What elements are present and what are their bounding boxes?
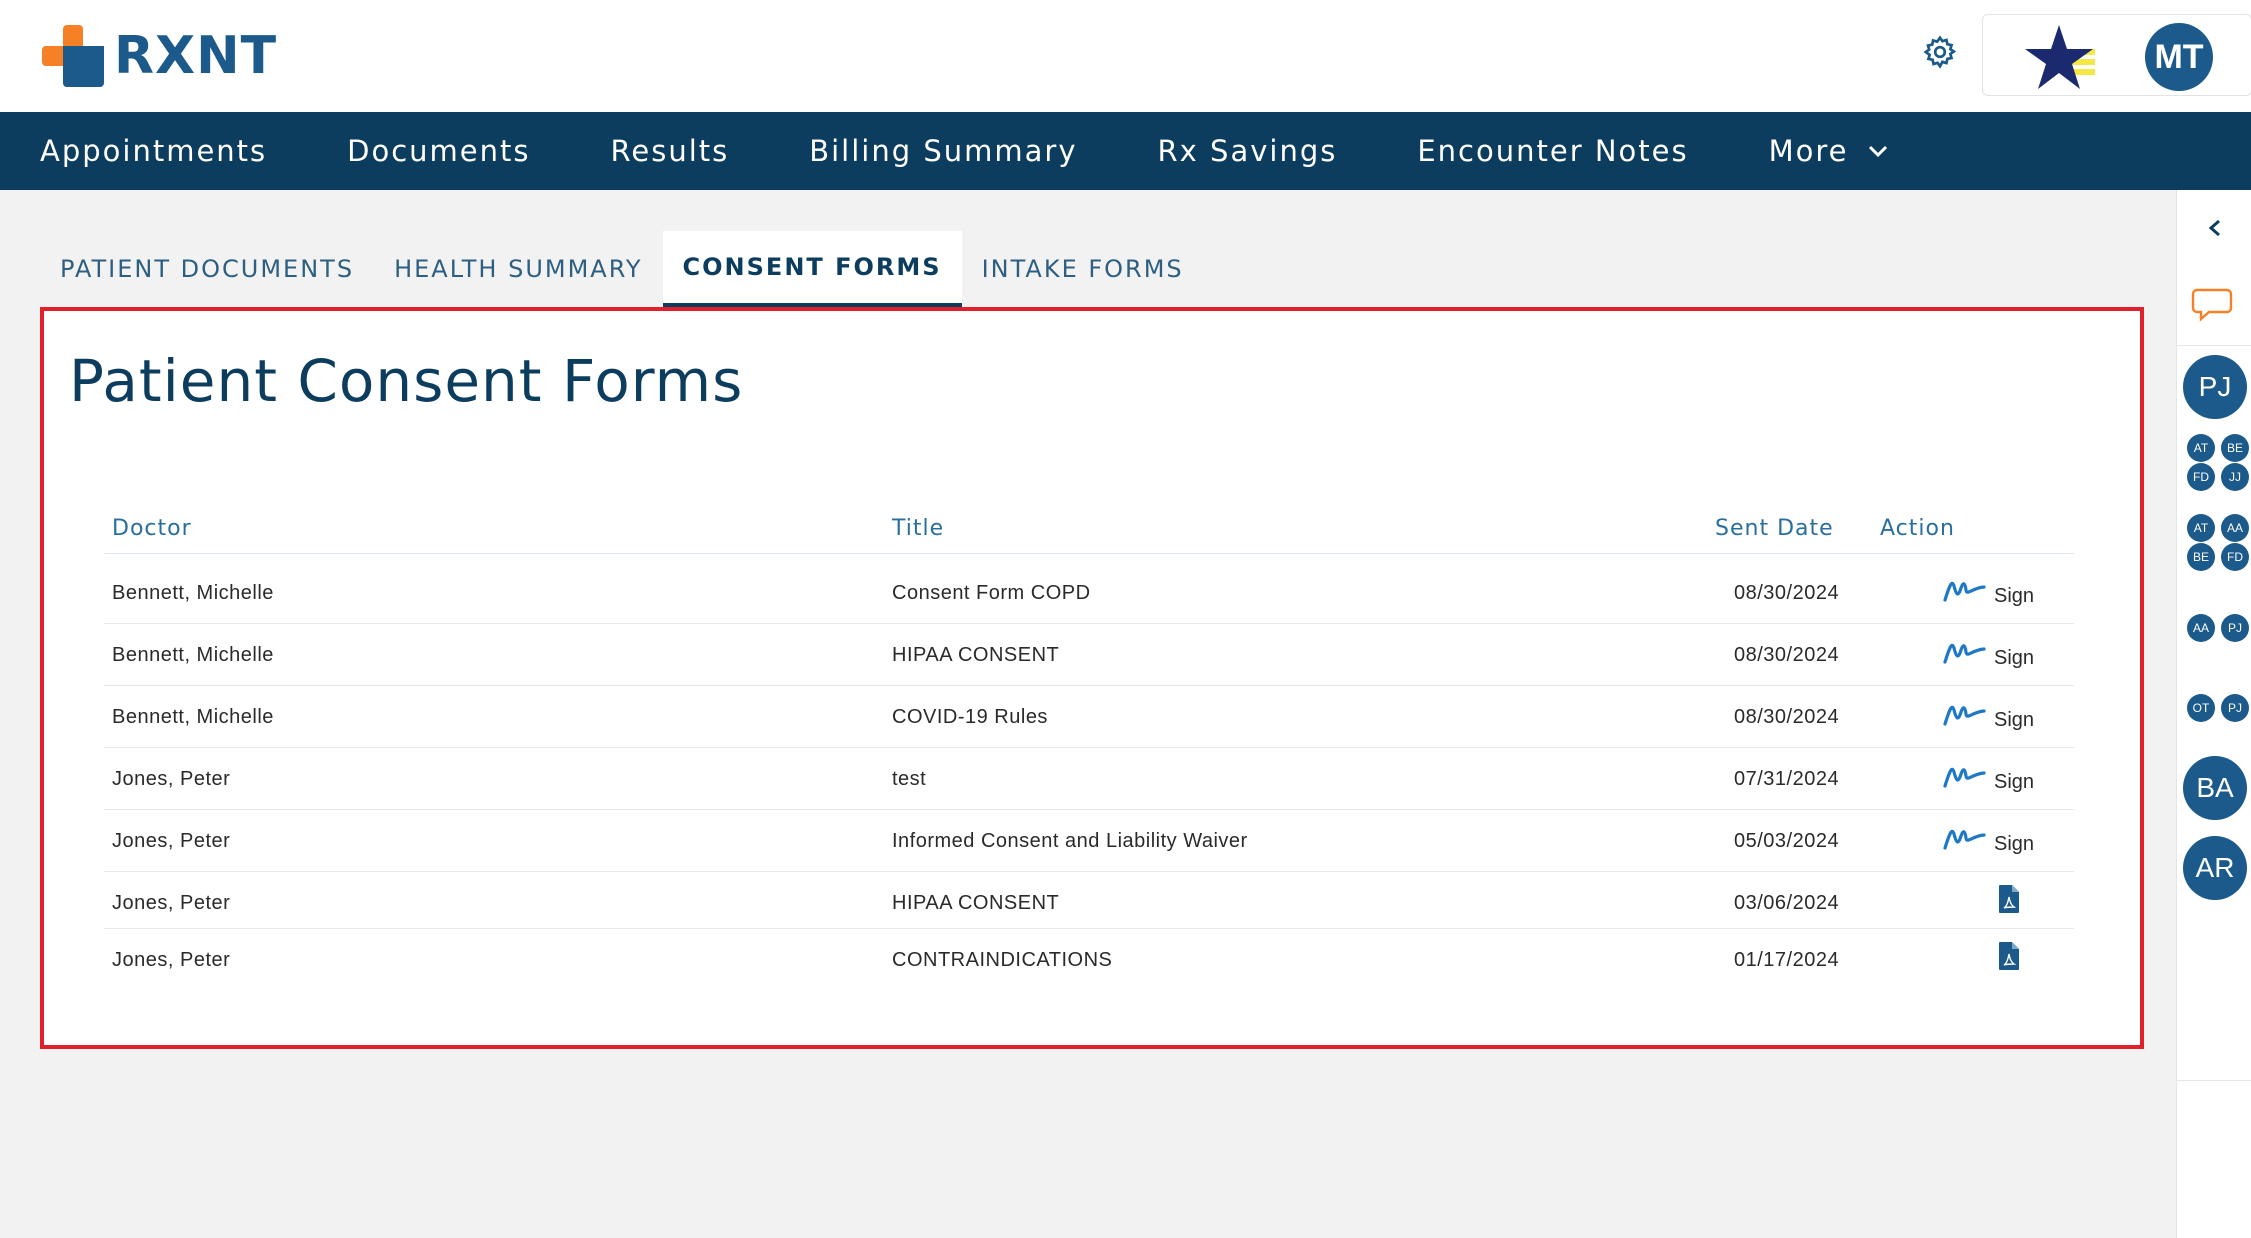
cell-doctor: Bennett, Michelle: [112, 644, 274, 666]
cell-sent-date: 03/06/2024: [1734, 892, 1840, 914]
avatar[interactable]: MT: [2145, 23, 2213, 91]
cell-doctor: Bennett, Michelle: [112, 582, 274, 604]
right-sidebar: PJ AT BE FD JJ AT AA BE FD AA PJ OT PJ B…: [2176, 190, 2251, 1238]
avatar: BE: [2221, 434, 2249, 462]
avatar: FD: [2221, 543, 2249, 571]
page-title: Patient Consent Forms: [69, 347, 744, 415]
signature-icon: [1943, 705, 1986, 726]
nav-more-label: More: [1768, 134, 1849, 168]
avatar-ba[interactable]: BA: [2183, 756, 2247, 820]
sign-label: Sign: [1994, 585, 2035, 607]
cell-doctor: Jones, Peter: [112, 830, 231, 852]
avatar: AA: [2187, 614, 2215, 642]
chat-icon[interactable]: [2191, 286, 2235, 326]
chevron-left-icon[interactable]: [2205, 218, 2225, 238]
signature-icon: [1943, 829, 1986, 850]
rxnt-logo[interactable]: RXNT: [42, 25, 277, 87]
column-doctor: Doctor: [112, 516, 192, 541]
table-row: Bennett, Michelle Consent Form COPD 08/30/…: [104, 562, 2074, 624]
nav-results[interactable]: Results: [611, 134, 730, 168]
avatar-ar[interactable]: AR: [2183, 836, 2247, 900]
star-logo-icon: [2025, 25, 2095, 89]
sign-button[interactable]: Sign: [1942, 578, 2034, 607]
tab-health-summary[interactable]: HEALTH SUMMARY: [374, 231, 662, 307]
nav-more[interactable]: More: [1769, 134, 1889, 168]
divider: [2177, 1080, 2251, 1081]
cell-sent-date: 01/17/2024: [1734, 949, 1840, 971]
pdf-icon[interactable]: [1998, 884, 2020, 914]
divider: [2177, 345, 2251, 346]
nav-rx-savings[interactable]: Rx Savings: [1158, 134, 1338, 168]
table-header: Doctor Title Sent Date Action: [104, 510, 2074, 554]
avatar: AT: [2187, 434, 2215, 462]
avatar: PJ: [2221, 614, 2249, 642]
cell-sent-date: 08/30/2024: [1734, 644, 1840, 666]
table-row: Jones, Peter CONTRAINDICATIONS 01/17/2024: [104, 929, 2074, 986]
document-tabs: PATIENT DOCUMENTS HEALTH SUMMARY CONSENT…: [40, 231, 1204, 307]
signature-icon: [1943, 643, 1986, 664]
consent-forms-panel: Patient Consent Forms Doctor Title Sent …: [40, 307, 2144, 1049]
cell-title: HIPAA CONSENT: [892, 644, 1060, 666]
sign-button[interactable]: Sign: [1942, 702, 2034, 731]
logo-text: RXNT: [114, 26, 278, 86]
cell-doctor: Jones, Peter: [112, 949, 231, 971]
avatar: OT: [2187, 694, 2215, 722]
cell-title: Consent Form COPD: [892, 582, 1091, 604]
tab-patient-documents[interactable]: PATIENT DOCUMENTS: [40, 231, 374, 307]
table-row: Jones, Peter test 07/31/2024 Sign: [104, 748, 2074, 810]
table-row: Bennett, Michelle HIPAA CONSENT 08/30/2024…: [104, 624, 2074, 686]
avatar-pj[interactable]: PJ: [2183, 355, 2247, 419]
avatar: AT: [2187, 514, 2215, 542]
column-title: Title: [892, 516, 945, 541]
logo-cross-icon: [42, 25, 104, 87]
avatar: BE: [2187, 543, 2215, 571]
nav-documents[interactable]: Documents: [347, 134, 530, 168]
cell-doctor: Bennett, Michelle: [112, 706, 274, 728]
chevron-down-icon: [1868, 145, 1887, 158]
table-row: Jones, Peter HIPAA CONSENT 03/06/2024: [104, 872, 2074, 929]
avatar: AA: [2221, 514, 2249, 542]
cell-sent-date: 07/31/2024: [1734, 768, 1840, 790]
cell-title: HIPAA CONSENT: [892, 892, 1060, 914]
gear-icon[interactable]: [1922, 34, 1958, 70]
pdf-icon[interactable]: [1998, 941, 2020, 971]
top-header: RXNT MT: [0, 0, 2251, 112]
tab-consent-forms[interactable]: CONSENT FORMS: [662, 231, 962, 307]
sign-button[interactable]: Sign: [1942, 826, 2034, 855]
cell-sent-date: 08/30/2024: [1734, 582, 1840, 604]
nav-appointments[interactable]: Appointments: [40, 134, 267, 168]
main-nav: Appointments Documents Results Billing S…: [0, 112, 2251, 190]
cell-sent-date: 08/30/2024: [1734, 706, 1840, 728]
cell-sent-date: 05/03/2024: [1734, 830, 1840, 852]
nav-billing-summary[interactable]: Billing Summary: [809, 134, 1077, 168]
cell-title: COVID-19 Rules: [892, 706, 1048, 728]
avatar: JJ: [2221, 463, 2249, 491]
sign-label: Sign: [1994, 771, 2035, 793]
table-row: Bennett, Michelle COVID-19 Rules 08/30/202…: [104, 686, 2074, 748]
tab-intake-forms[interactable]: INTAKE FORMS: [962, 231, 1204, 307]
column-action: Action: [1880, 516, 1955, 541]
sign-button[interactable]: Sign: [1942, 764, 2034, 793]
signature-icon: [1943, 581, 1986, 602]
avatar: FD: [2187, 463, 2215, 491]
cell-title: test: [892, 768, 927, 790]
cell-title: CONTRAINDICATIONS: [892, 949, 1113, 971]
user-menu[interactable]: MT: [1982, 14, 2251, 96]
cell-doctor: Jones, Peter: [112, 892, 231, 914]
avatar: PJ: [2221, 694, 2249, 722]
nav-encounter-notes[interactable]: Encounter Notes: [1417, 134, 1688, 168]
column-sent-date: Sent Date: [1715, 516, 1834, 541]
sign-label: Sign: [1994, 833, 2035, 855]
cell-title: Informed Consent and Liability Waiver: [892, 830, 1248, 852]
sign-label: Sign: [1994, 647, 2035, 669]
sign-label: Sign: [1994, 709, 2035, 731]
sign-button[interactable]: Sign: [1942, 640, 2034, 669]
signature-icon: [1943, 767, 1986, 788]
cell-doctor: Jones, Peter: [112, 768, 231, 790]
table-row: Jones, Peter Informed Consent and Liabili…: [104, 810, 2074, 872]
